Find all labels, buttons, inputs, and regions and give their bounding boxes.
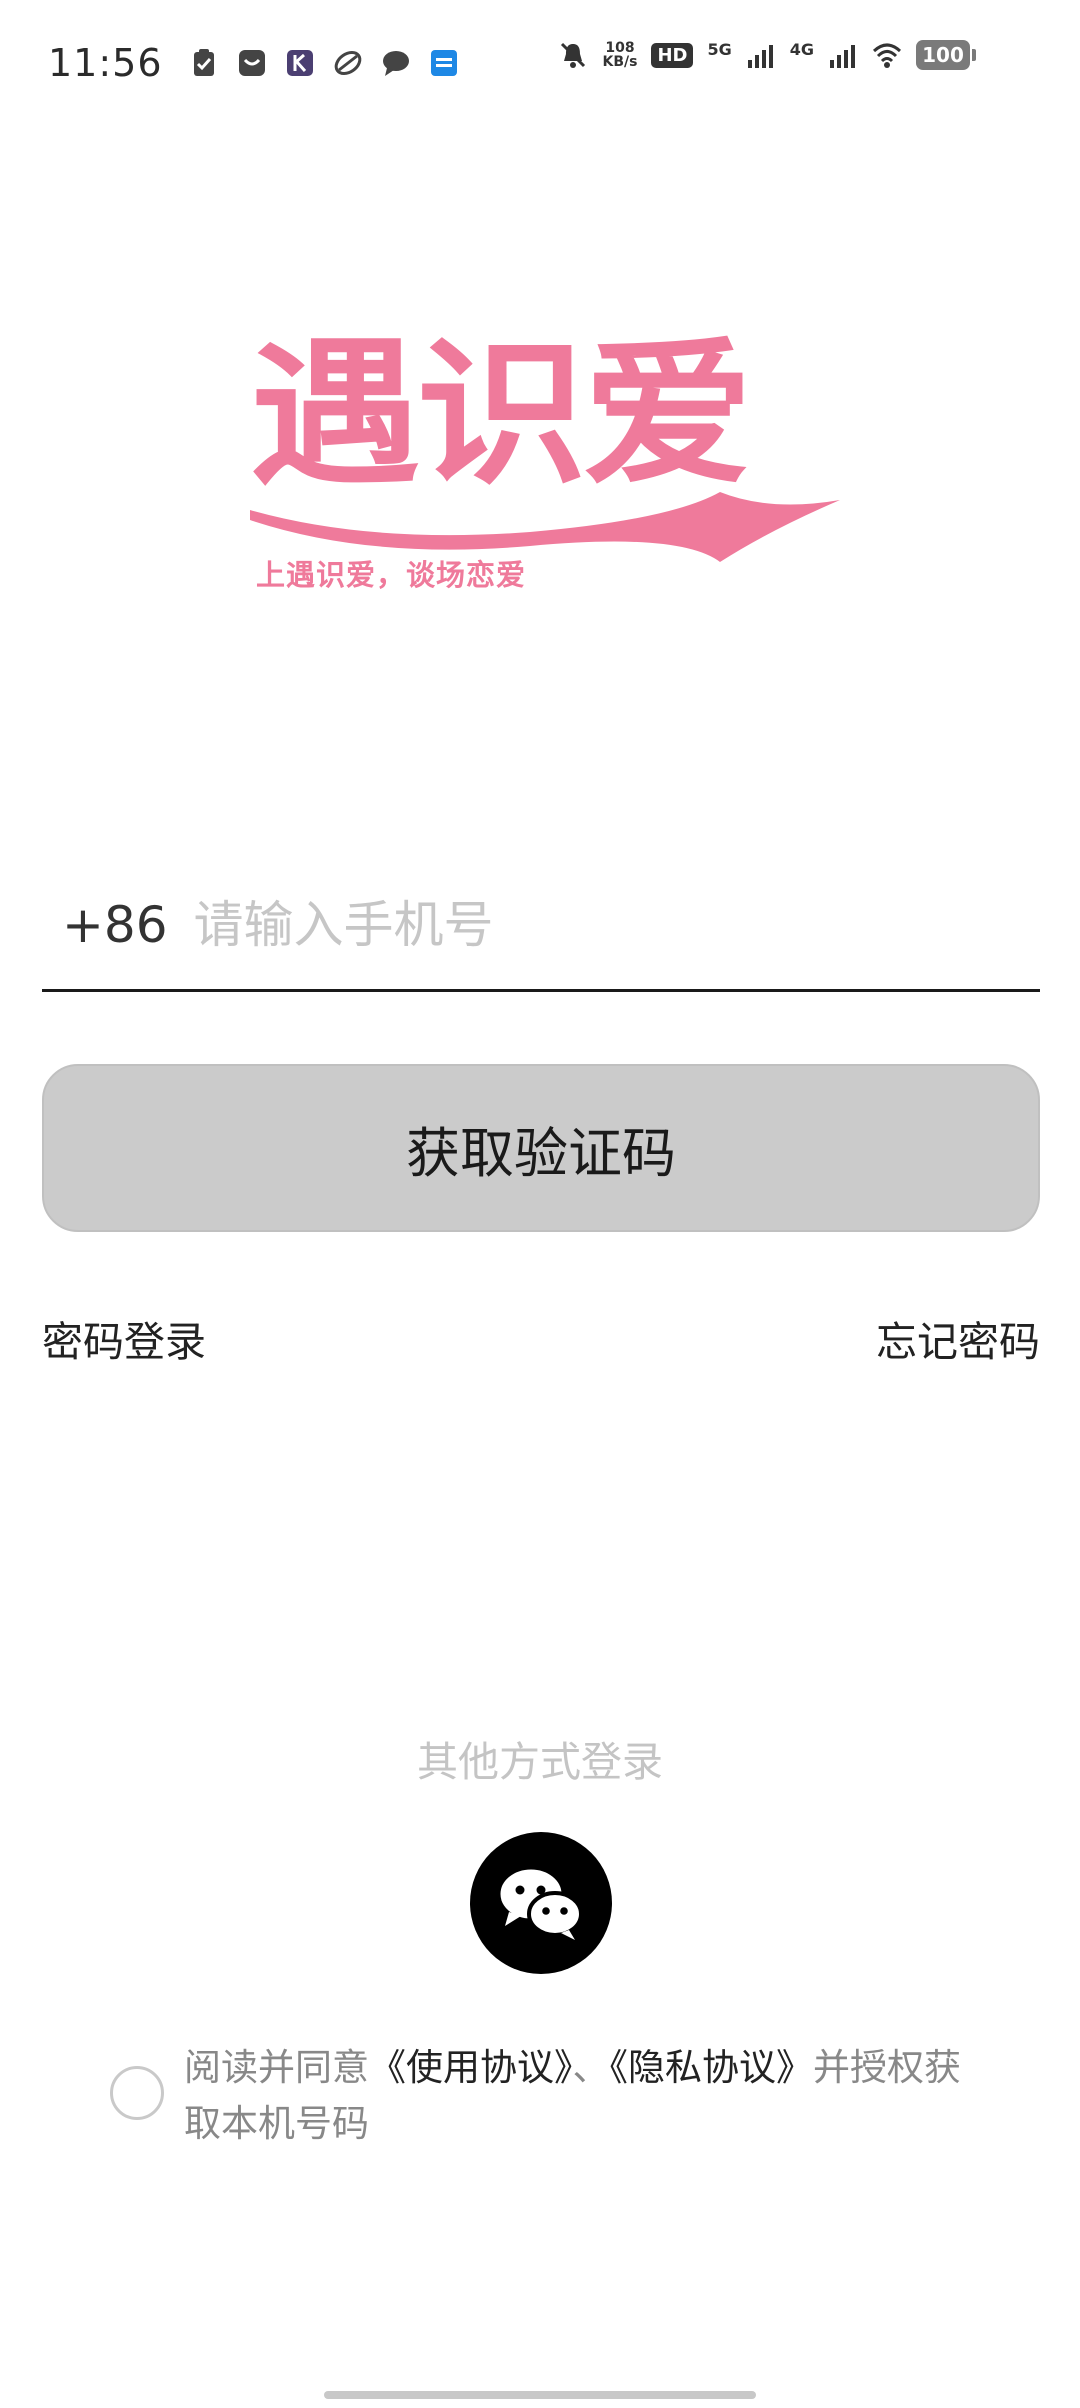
- wechat-login-button[interactable]: [470, 1832, 612, 1974]
- net-speed-value: 108: [605, 40, 635, 56]
- system-icons: 108 KB/s HD 5G 4G 100: [558, 40, 976, 70]
- privacy-link[interactable]: 《隐私协议》: [610, 2046, 814, 2089]
- net-speed-unit: KB/s: [602, 54, 638, 70]
- status-time: 11:56: [48, 40, 163, 85]
- taobao-icon: [237, 48, 267, 78]
- signal-bars-icon: [746, 40, 776, 70]
- logo-slogan: 上遇识爱，谈场恋爱: [256, 558, 527, 592]
- signal-bars-icon-2: [828, 40, 858, 70]
- status-bar: 11:56 108 KB/s HD 5G 4G 100: [0, 0, 1080, 125]
- password-login-link[interactable]: 密码登录: [42, 1308, 206, 1368]
- forgot-password-link[interactable]: 忘记密码: [876, 1308, 1040, 1368]
- 4g-label: 4G: [789, 40, 814, 59]
- hd-badge: HD: [651, 42, 694, 68]
- get-code-button[interactable]: 获取验证码: [42, 1064, 1040, 1232]
- terms-link[interactable]: 《使用协议》: [369, 2046, 573, 2089]
- home-indicator[interactable]: [324, 2391, 756, 2399]
- chat-bubble-icon: [381, 48, 411, 78]
- mute-bell-icon: [558, 40, 588, 70]
- login-page: 11:56 108 KB/s HD 5G 4G 100 遇识爱 上遇识爱，谈场恋…: [0, 0, 1080, 2408]
- notification-icons: [189, 48, 459, 78]
- k-app-icon: [285, 48, 315, 78]
- net-speed: 108 KB/s: [602, 41, 637, 69]
- blue-app-icon: [429, 48, 459, 78]
- wechat-icon: [497, 1866, 583, 1940]
- wifi-icon: [872, 40, 902, 70]
- clipboard-check-icon: [189, 48, 219, 78]
- agree-checkbox[interactable]: [110, 2066, 164, 2120]
- phone-input[interactable]: [193, 895, 1040, 954]
- capsule-icon: [333, 48, 363, 78]
- other-login-title: 其他方式登录: [417, 1738, 663, 1786]
- agreement-separator: 、: [572, 2046, 610, 2089]
- agreement-row: 阅读并同意《使用协议》、《隐私协议》并授权获取本机号码: [110, 2040, 990, 2152]
- 5g-label: 5G: [707, 40, 732, 59]
- app-logo: 遇识爱 上遇识爱，谈场恋爱: [250, 330, 840, 600]
- battery-indicator: 100: [916, 40, 976, 70]
- agreement-text: 阅读并同意《使用协议》、《隐私协议》并授权获取本机号码: [184, 2040, 974, 2152]
- phone-input-row: +86: [42, 860, 1040, 992]
- agreement-prefix: 阅读并同意: [184, 2046, 369, 2089]
- country-code[interactable]: +86: [62, 896, 168, 954]
